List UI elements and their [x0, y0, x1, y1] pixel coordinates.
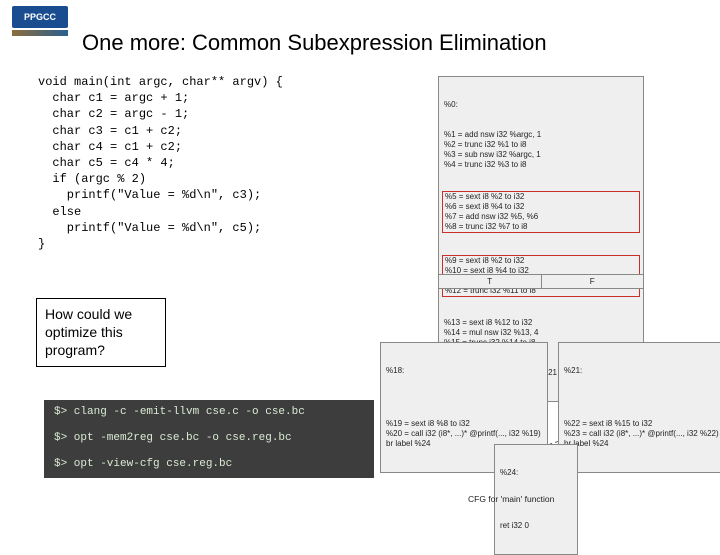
- node-24-label: %24:: [500, 468, 572, 478]
- node-18-label: %18:: [386, 366, 542, 376]
- logo: PPGCC: [12, 6, 72, 46]
- logo-bar: [12, 30, 68, 36]
- command-clang: $> clang -c -emit-llvm cse.c -o cse.bc: [54, 406, 364, 418]
- branch-false: F: [542, 275, 644, 288]
- cfg-caption: CFG for 'main' function: [468, 494, 554, 504]
- question-box: How could we optimize this program?: [36, 298, 166, 367]
- node-entry-header: %0:: [444, 100, 638, 110]
- node-24-body: ret i32 0: [500, 521, 572, 531]
- node-entry-hl1: %5 = sext i8 %2 to i32 %6 = sext i8 %4 t…: [442, 191, 640, 233]
- commands-panel: $> clang -c -emit-llvm cse.c -o cse.bc $…: [44, 400, 374, 478]
- node-21-label: %21:: [564, 366, 720, 376]
- cfg-branch-labels: T F: [438, 274, 644, 289]
- slide-title: One more: Common Subexpression Eliminati…: [82, 30, 547, 56]
- cfg-diagram: %0: %1 = add nsw i32 %argc, 1 %2 = trunc…: [380, 76, 710, 516]
- cfg-node-21: %21: %22 = sext i8 %15 to i32 %23 = call…: [558, 342, 720, 473]
- command-opt-mem2reg: $> opt -mem2reg cse.bc -o cse.reg.bc: [54, 432, 364, 444]
- node-21-body: %22 = sext i8 %15 to i32 %23 = call i32 …: [564, 419, 720, 449]
- source-code-block: void main(int argc, char** argv) { char …: [38, 74, 283, 252]
- logo-text: PPGCC: [12, 6, 68, 28]
- command-opt-view-cfg: $> opt -view-cfg cse.reg.bc: [54, 458, 364, 470]
- branch-true: T: [439, 275, 542, 288]
- node-entry-pre: %1 = add nsw i32 %argc, 1 %2 = trunc i32…: [444, 130, 638, 170]
